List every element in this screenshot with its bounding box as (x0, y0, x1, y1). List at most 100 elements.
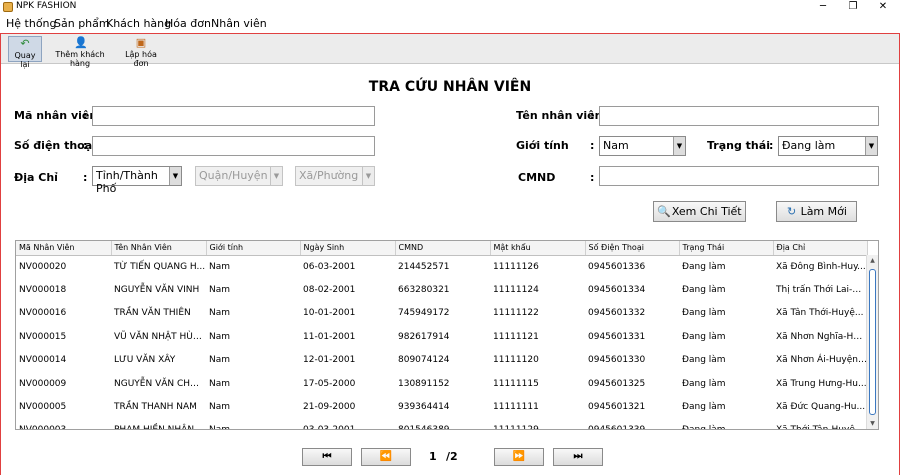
employee-table: Mã Nhân Viên Tên Nhân Viên Giới tính Ngày S… (15, 240, 879, 430)
column-header[interactable]: Mật khẩu (490, 241, 586, 256)
chevron-down-icon: ▼ (673, 137, 685, 155)
table-row[interactable]: NV000018 NGUYỄN VĂN VINH Nam 08-02-2001 6632… (16, 278, 867, 301)
trang-thai-select[interactable]: Đang làm ▼ (778, 136, 878, 156)
table-cell: LƯU VĂN XÂY (114, 355, 176, 366)
table-cell: 08-02-2001 (303, 285, 356, 296)
table-row[interactable]: NV000014 LƯU VĂN XÂY Nam 12-01-2001 80907412… (16, 349, 867, 372)
menu-hoa-don[interactable]: Hóa đơn (165, 17, 211, 30)
table-cell: 0945601334 (588, 285, 646, 296)
table-cell: TRẦN VĂN THIÊN (114, 308, 191, 319)
maximize-button[interactable]: ❐ (838, 0, 868, 14)
table-row[interactable]: NV000020 TỪ TIẾN QUANG H... Nam 06-03-2001 2… (16, 255, 867, 278)
refresh-label: Làm Mới (800, 205, 847, 218)
xa-select[interactable]: Xã/Phường ▼ (295, 166, 375, 186)
scroll-thumb[interactable] (869, 269, 876, 415)
table-cell: 12-01-2001 (303, 355, 356, 366)
gioi-tinh-value: Nam (603, 139, 629, 152)
table-cell: 0945601325 (588, 378, 646, 389)
back-button[interactable]: ↶ Quay lại (8, 36, 42, 69)
table-cell: Xã Đức Quang-Hu... (776, 402, 866, 413)
table-cell: NV000020 (19, 261, 67, 272)
first-page-button[interactable]: ⏮ (302, 448, 352, 466)
scroll-down-icon[interactable]: ▼ (867, 418, 878, 429)
table-cell: NV000015 (19, 331, 67, 342)
undo-arrow-icon: ↶ (20, 37, 30, 50)
toolbar: ↶ Quay lại 👤 Thêm khách hàng ▣ Lập hóa đ… (1, 34, 899, 69)
gioi-tinh-label: Giới tính (516, 139, 569, 152)
gioi-tinh-select[interactable]: Nam ▼ (599, 136, 686, 156)
table-cell: TRẦN THANH NAM (114, 402, 197, 413)
ma-nv-input[interactable] (92, 106, 375, 126)
table-header: Mã Nhân Viên Tên Nhân Viên Giới tính Ngày S… (16, 241, 868, 256)
column-header[interactable]: Mã Nhân Viên (16, 241, 112, 256)
scroll-up-icon[interactable]: ▲ (867, 255, 878, 266)
sdt-input[interactable] (92, 136, 375, 156)
table-cell: 21-09-2000 (303, 402, 356, 413)
menu-khach-hang[interactable]: Khách hàng (106, 17, 171, 30)
add-customer-button[interactable]: 👤 Thêm khách hàng (45, 36, 115, 69)
table-cell: Đang làm (682, 331, 726, 342)
table-cell: VŨ VĂN NHẬT HÙNG (114, 331, 206, 342)
table-cell: 11111111 (493, 402, 539, 413)
last-page-button[interactable]: ⏭ (553, 448, 603, 466)
huyen-value: Quận/Huyện (199, 169, 268, 182)
table-cell: Nam (209, 355, 231, 366)
table-row[interactable]: NV000003PHẠM HIỀN NHÂNNam03-03-200180154… (16, 419, 867, 429)
table-row[interactable]: NV000009 NGUYỄN VĂN CHƯ... Nam 17-05-2000 13… (16, 372, 867, 395)
table-cell: NV000003 (16, 419, 111, 429)
table-cell: 03-03-2001 (300, 419, 395, 429)
table-cell: 939364414 (398, 402, 450, 413)
table-cell: TỪ TIẾN QUANG H... (114, 261, 206, 272)
column-header[interactable]: Địa Chỉ (773, 241, 868, 256)
create-invoice-button[interactable]: ▣ Lập hóa đơn (117, 36, 165, 69)
prev-page-button[interactable]: ⏪ (361, 448, 411, 466)
tinh-select[interactable]: Tỉnh/Thành Phố ▼ (92, 166, 182, 195)
minimize-button[interactable]: ─ (808, 0, 838, 14)
column-header[interactable]: Số Điện Thoại (585, 241, 680, 256)
ten-nv-input[interactable] (599, 106, 879, 126)
table-cell: Nam (209, 261, 231, 272)
menu-nhan-vien[interactable]: Nhân viên (211, 17, 267, 30)
table-cell: NGUYỄN VĂN CHƯ... (114, 378, 206, 389)
app-logo-icon (3, 2, 13, 12)
table-cell: Đang làm (682, 261, 726, 272)
employee-grid: Mã Nhân Viên Tên Nhân Viên Giới tính Ngày S… (16, 241, 868, 429)
table-cell: 130891152 (398, 378, 450, 389)
table-cell: Đang làm (682, 378, 726, 389)
back-button-label: Quay lại (14, 51, 36, 69)
column-header[interactable]: Trạng Thái (679, 241, 774, 256)
table-cell: Đang làm (682, 402, 726, 413)
close-button[interactable]: ✕ (868, 0, 898, 14)
table-cell: Đang làm (679, 419, 773, 429)
table-cell: 11111122 (493, 308, 539, 319)
table-cell: 0945601321 (588, 402, 646, 413)
table-row[interactable]: NV000015 VŨ VĂN NHẬT HÙNG Nam 11-01-2001 982… (16, 325, 867, 348)
table-cell: 11111120 (493, 355, 539, 366)
table-cell: NGUYỄN VĂN VINH (114, 285, 200, 296)
table-cell: 17-05-2000 (303, 378, 356, 389)
cmnd-input[interactable] (599, 166, 879, 186)
menu-he-thong[interactable]: Hệ thống (6, 17, 57, 30)
menu-bar: Hệ thống Sản phẩm Khách hàng Hóa đơn Nhâ… (0, 14, 900, 33)
column-header[interactable]: Ngày Sinh (300, 241, 396, 256)
title-bar: NPK FASHION ─ ❐ ✕ (0, 0, 900, 14)
menu-san-pham[interactable]: Sản phẩm (54, 17, 110, 30)
table-cell: 0945601331 (588, 331, 646, 342)
table-cell: NV000005 (19, 402, 67, 413)
column-header[interactable]: CMND (395, 241, 491, 256)
next-page-button[interactable]: ⏩ (494, 448, 544, 466)
table-cell: Xã Đông Bình-Huy... (776, 261, 866, 272)
vertical-scrollbar[interactable]: ▲ ▼ (866, 255, 878, 429)
table-row[interactable]: NV000016 TRẦN VĂN THIÊN Nam 10-01-2001 74594… (16, 302, 867, 325)
cmnd-label: CMND (518, 171, 556, 184)
huyen-select[interactable]: Quận/Huyện ▼ (195, 166, 283, 186)
column-header[interactable]: Giới tính (206, 241, 301, 256)
table-row[interactable]: NV000005 TRẦN THANH NAM Nam 21-09-2000 93936… (16, 395, 867, 418)
colon: : (590, 139, 595, 152)
table-cell: Nam (206, 419, 300, 429)
view-detail-button[interactable]: 🔍 Xem Chi Tiết (653, 201, 746, 222)
column-header[interactable]: Tên Nhân Viên (111, 241, 207, 256)
refresh-button[interactable]: ↻ Làm Mới (776, 201, 857, 222)
table-cell: 0945601330 (588, 355, 646, 366)
dia-chi-label: Địa Chỉ (14, 171, 58, 184)
